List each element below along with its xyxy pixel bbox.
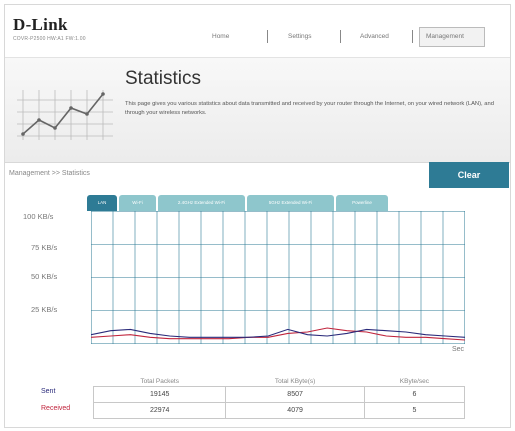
nav-divider	[412, 30, 413, 43]
dlink-logo: D-Link	[13, 15, 68, 34]
page-title: Statistics	[125, 68, 202, 89]
y-tick-label: 50 KB/s	[31, 272, 58, 281]
statistics-table: Total Packets Total KByte(s) KByte/sec 1…	[92, 377, 466, 419]
y-tick-label: 75 KB/s	[31, 243, 58, 252]
nav-divider	[267, 30, 268, 43]
table-row-sent: 19145 8507 6	[92, 386, 466, 403]
tab-lan[interactable]: LAN	[87, 195, 117, 211]
table-row-received: 22974 4079 5	[92, 402, 466, 419]
row-label-received: Received	[41, 405, 71, 412]
tab-powerline[interactable]: Powerline	[336, 195, 388, 211]
nav-settings[interactable]: Settings	[288, 33, 312, 40]
header: D-Link COVR-P2500 HW:A1 FW:1.00 Home Set…	[5, 5, 510, 58]
y-tick-label: 100 KB/s	[23, 212, 54, 221]
received-kbyte-per-sec: 5	[363, 402, 466, 419]
nav-divider	[340, 30, 341, 43]
app-frame: D-Link COVR-P2500 HW:A1 FW:1.00 Home Set…	[4, 4, 511, 428]
column-header-kbyte-per-sec: KByte/sec	[399, 378, 430, 385]
traffic-chart	[91, 211, 465, 344]
breadcrumb: Management >> Statistics	[9, 170, 90, 177]
column-header-total-kbytes: Total KByte(s)	[274, 378, 316, 385]
traffic-chart-svg	[91, 211, 465, 344]
tab-5ghz-extended-wifi[interactable]: 5GHz Extended Wi-Fi	[247, 195, 334, 211]
received-total-kbytes: 4079	[225, 402, 365, 419]
tab-wifi[interactable]: Wi-Fi	[119, 195, 156, 211]
sent-kbyte-per-sec: 6	[363, 386, 466, 403]
y-tick-label: 25 KB/s	[31, 305, 58, 314]
x-axis-unit: Sec	[452, 346, 465, 353]
clear-button[interactable]: Clear	[429, 162, 509, 188]
nav-home[interactable]: Home	[212, 33, 229, 40]
nav-advanced[interactable]: Advanced	[360, 33, 389, 40]
sent-total-packets: 19145	[92, 386, 227, 403]
column-header-total-packets: Total Packets	[140, 378, 179, 385]
sent-total-kbytes: 8507	[225, 386, 365, 403]
model-info: COVR-P2500 HW:A1 FW:1.00	[13, 36, 86, 42]
received-total-packets: 22974	[92, 402, 227, 419]
nav-management[interactable]: Management	[426, 33, 464, 40]
page-description: This page gives you various statistics a…	[125, 101, 494, 116]
page-banner: Statistics This page gives you various s…	[5, 58, 510, 163]
tab-24ghz-extended-wifi[interactable]: 2.4GHz Extended Wi-Fi	[158, 195, 245, 211]
row-label-sent: Sent	[41, 388, 56, 395]
statistics-graph-icon	[17, 90, 113, 140]
